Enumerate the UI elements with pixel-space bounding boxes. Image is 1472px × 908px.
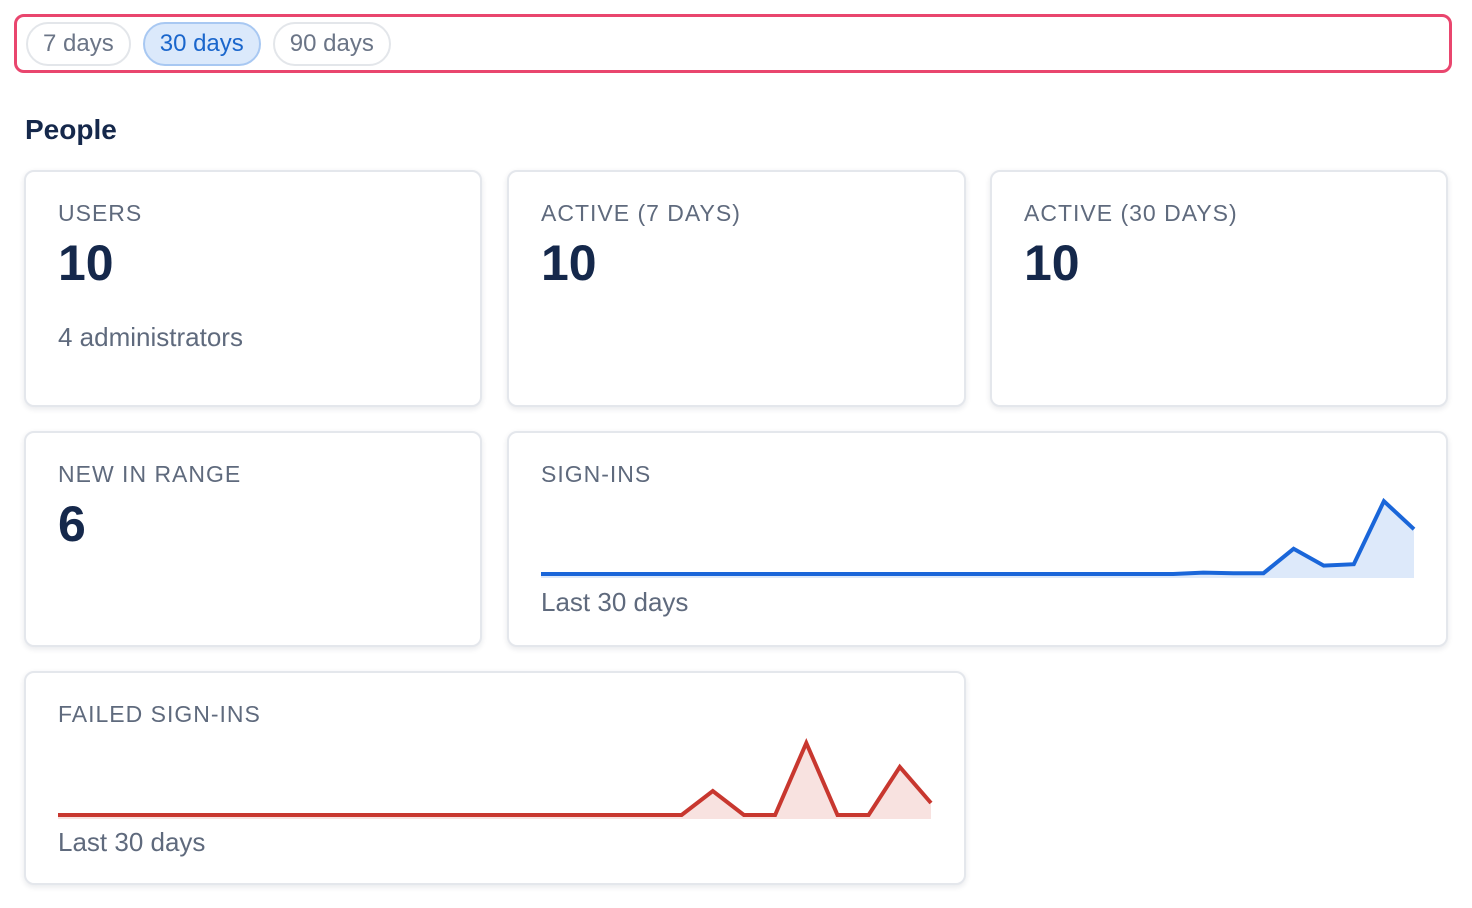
failed-sign-ins-sparkline (58, 737, 933, 819)
active-30-days-card: ACTIVE (30 DAYS) 10 (990, 170, 1448, 407)
administrators-count: 4 administrators (58, 322, 243, 352)
sign-ins-caption: Last 30 days (541, 587, 689, 617)
active-30-days-label: ACTIVE (30 DAYS) (1024, 200, 1238, 226)
failed-sign-ins-caption: Last 30 days (58, 827, 206, 857)
new-in-range-value: 6 (58, 496, 86, 552)
active-7-days-label: ACTIVE (7 DAYS) (541, 200, 741, 226)
active-30-days-value: 10 (1024, 235, 1080, 291)
sign-ins-sparkline (541, 497, 1416, 578)
active-7-days-card: ACTIVE (7 DAYS) 10 (507, 170, 966, 407)
section-title-people: People (25, 114, 117, 145)
date-range-selector: 7 days 30 days 90 days (14, 14, 1452, 73)
users-card: USERS 10 4 administrators (24, 170, 482, 407)
range-7-days-button[interactable]: 7 days (26, 21, 131, 66)
range-30-days-button[interactable]: 30 days (142, 21, 261, 66)
new-in-range-label: NEW IN RANGE (58, 461, 242, 487)
users-value: 10 (58, 235, 114, 291)
sign-ins-label: SIGN-INS (541, 461, 652, 487)
users-label: USERS (58, 200, 143, 226)
failed-sign-ins-label: FAILED SIGN-INS (58, 701, 261, 727)
sign-ins-card: SIGN-INS Last 30 days (507, 431, 1448, 647)
active-7-days-value: 10 (541, 235, 597, 291)
sign-ins-area (541, 501, 1414, 578)
failed-sign-ins-card: FAILED SIGN-INS Last 30 days (24, 671, 966, 885)
new-in-range-card: NEW IN RANGE 6 (24, 431, 482, 647)
range-90-days-button[interactable]: 90 days (272, 21, 391, 66)
